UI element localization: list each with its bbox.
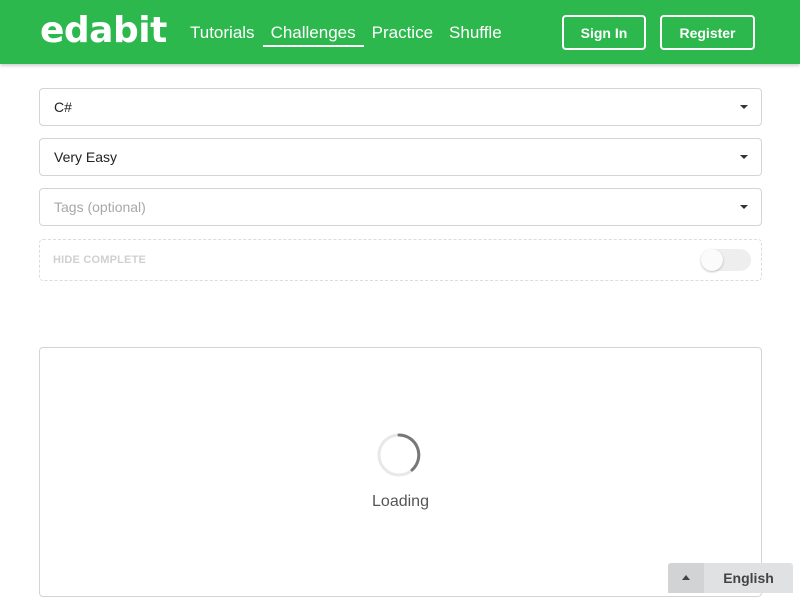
loading-spinner-icon — [377, 433, 421, 477]
nav-practice[interactable]: Practice — [372, 0, 433, 64]
tags-select-placeholder: Tags (optional) — [54, 199, 146, 215]
language-select-value: C# — [54, 99, 72, 115]
language-selector-label: English — [723, 570, 774, 586]
loading-text: Loading — [372, 493, 429, 510]
toggle-knob — [701, 249, 723, 271]
language-select[interactable]: C# — [39, 88, 762, 126]
nav-challenges[interactable]: Challenges — [262, 0, 364, 64]
hide-complete-row: HIDE COMPLETE — [39, 239, 762, 281]
hide-complete-toggle[interactable] — [701, 249, 751, 271]
difficulty-select-value: Very Easy — [54, 149, 118, 165]
difficulty-select[interactable]: Very Easy — [39, 138, 762, 176]
language-expand-button[interactable] — [668, 563, 704, 593]
caret-down-icon — [740, 105, 748, 109]
challenges-results-panel: Loading — [39, 347, 762, 597]
language-selector[interactable]: English — [668, 563, 793, 593]
caret-down-icon — [740, 205, 748, 209]
caret-up-icon — [682, 575, 690, 580]
edabit-logo[interactable]: edabit — [40, 10, 167, 51]
sign-in-button[interactable]: Sign In — [562, 15, 646, 50]
nav-tutorials[interactable]: Tutorials — [190, 0, 255, 64]
tags-select[interactable]: Tags (optional) — [39, 188, 762, 226]
nav-shuffle[interactable]: Shuffle — [449, 0, 502, 64]
register-button[interactable]: Register — [660, 15, 755, 50]
main-nav: Tutorials Challenges Practice Shuffle — [190, 0, 518, 64]
caret-down-icon — [740, 155, 748, 159]
hide-complete-label: HIDE COMPLETE — [53, 254, 147, 266]
top-navbar: edabit Tutorials Challenges Practice Shu… — [0, 0, 800, 64]
